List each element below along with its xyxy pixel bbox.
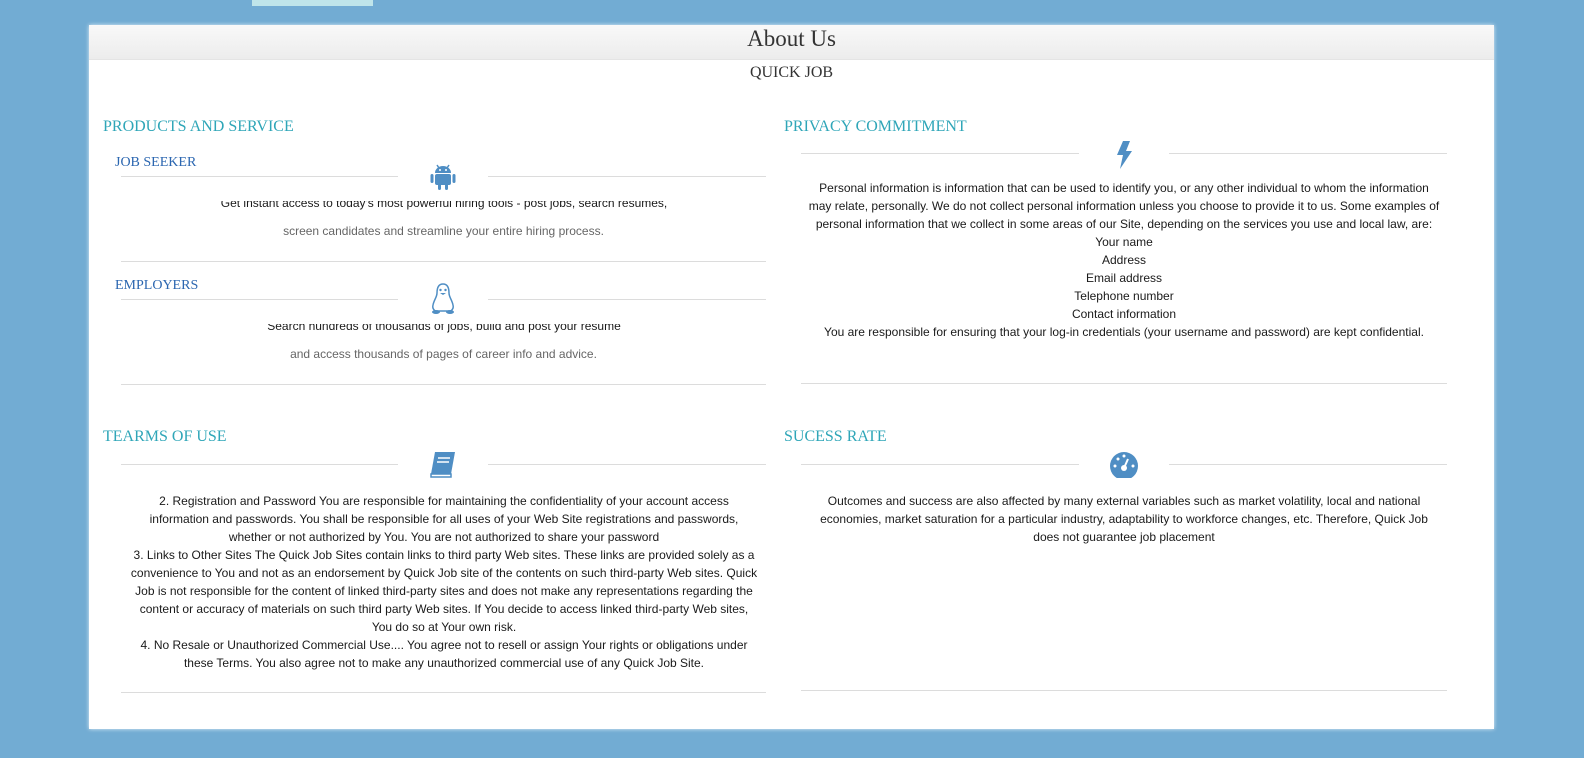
page-title: About Us [747, 26, 836, 51]
divider [801, 464, 1079, 465]
android-icon [429, 162, 457, 192]
bolt-icon [1114, 140, 1134, 170]
divider [121, 692, 766, 693]
job-seeker-line1: Get instant access to today's most power… [220, 201, 668, 210]
divider [121, 261, 766, 262]
divider [488, 299, 766, 300]
top-nav-tab[interactable] [252, 0, 373, 6]
divider [801, 383, 1447, 384]
page-subtitle: QUICK JOB [749, 64, 834, 81]
privacy-closing: You are responsible for ensuring that yo… [824, 325, 1424, 339]
about-panel: About Us QUICK JOB PRODUCTS AND SERVICE … [89, 25, 1494, 729]
divider [121, 464, 398, 465]
job-seeker-title: JOB SEEKER [115, 155, 197, 170]
divider [1169, 153, 1447, 154]
privacy-text: Personal information is information that… [807, 179, 1441, 341]
divider [121, 176, 398, 177]
dashboard-icon [1108, 452, 1140, 480]
privacy-item-contact: Contact information [1071, 307, 1177, 321]
book-icon [429, 450, 457, 478]
success-section-title: SUCESS RATE [784, 428, 887, 445]
terms-text: 2. Registration and Password You are res… [129, 492, 759, 672]
divider [121, 384, 766, 385]
privacy-paragraph: Personal information is information that… [808, 181, 1440, 249]
divider [121, 299, 398, 300]
divider [801, 153, 1079, 154]
employers-text-clip: Search hundreds of thousands of jobs, bu… [199, 324, 689, 334]
employers-line2: and access thousands of pages of career … [290, 347, 597, 361]
privacy-item-address: Address [1101, 253, 1147, 267]
divider [488, 176, 766, 177]
terms-registration: 2. Registration and Password You are res… [149, 494, 739, 544]
job-seeker-text-clip: Get instant access to today's most power… [199, 201, 689, 211]
linux-icon [429, 283, 457, 315]
privacy-item-email: Email address [1085, 271, 1163, 285]
terms-links: 3. Links to Other Sites The Quick Job Si… [130, 548, 758, 634]
products-section-title: PRODUCTS AND SERVICE [103, 118, 294, 135]
privacy-section-title: PRIVACY COMMITMENT [784, 118, 967, 135]
terms-section-title: TEARMS OF USE [103, 428, 227, 445]
panel-header: About Us [89, 25, 1494, 60]
divider [801, 690, 1447, 691]
divider [488, 464, 766, 465]
employers-title: EMPLOYERS [115, 278, 199, 293]
employers-line1: Search hundreds of thousands of jobs, bu… [267, 324, 621, 333]
terms-resale: 4. No Resale or Unauthorized Commercial … [140, 638, 748, 670]
privacy-item-phone: Telephone number [1074, 289, 1174, 303]
success-paragraph: Outcomes and success are also affected b… [820, 494, 1428, 544]
job-seeker-line2: screen candidates and streamline your en… [283, 224, 604, 238]
divider [1169, 464, 1447, 465]
